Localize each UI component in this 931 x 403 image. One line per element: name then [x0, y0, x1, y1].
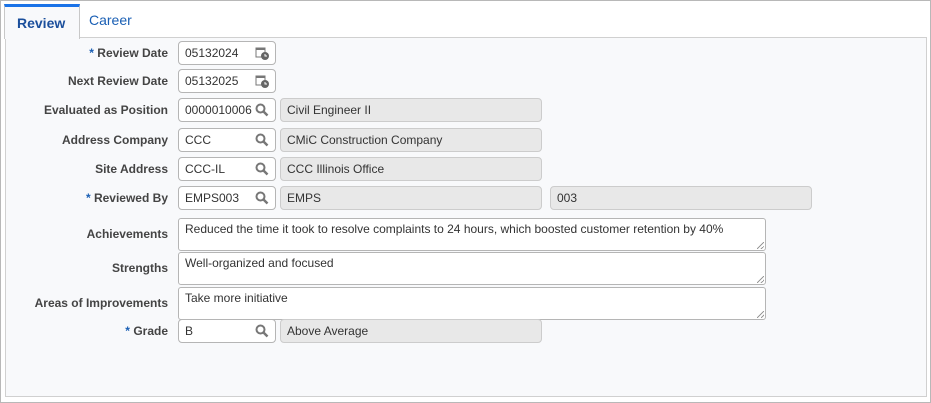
label-text: Grade [133, 324, 168, 338]
next-review-date-label: Next Review Date [67, 74, 168, 88]
achievements-textarea[interactable]: Reduced the time it took to resolve comp… [178, 218, 766, 251]
improvements-row: Areas of Improvements Take more initiati… [6, 287, 926, 320]
site-address-row: Site Address CCC-IL CCC Illinois Office [6, 157, 926, 181]
address-company-description: CMiC Construction Company [280, 128, 542, 152]
next-review-date-input[interactable]: 05132025 [178, 69, 276, 93]
label-text: Reviewed By [93, 191, 168, 205]
value: EMPS003 [185, 191, 240, 205]
grade-description: Above Average [280, 319, 542, 343]
required-marker: * [85, 191, 94, 205]
review-panel: * Review Date 05132024 Next Review Date … [5, 37, 927, 397]
value: Well-organized and focused [185, 256, 334, 270]
improvements-label: Areas of Improvements [34, 296, 168, 310]
grade-row: * Grade B Above Average [6, 319, 926, 343]
evaluated-position-description: Civil Engineer II [280, 98, 542, 122]
reviewed-by-row: * Reviewed By EMPS003 EMPS 003 [6, 186, 926, 210]
value: Reduced the time it took to resolve comp… [185, 222, 724, 236]
reviewed-by-code: 003 [550, 186, 812, 210]
grade-input[interactable]: B [178, 319, 276, 343]
evaluated-position-row: Evaluated as Position 0000010006 Civil E… [6, 98, 926, 122]
tab-career[interactable]: Career [77, 4, 144, 37]
resize-handle[interactable] [757, 311, 764, 318]
review-date-row: * Review Date 05132024 [6, 41, 926, 65]
value: 0000010006 [185, 103, 252, 117]
value: Take more initiative [185, 291, 288, 305]
grade-label: * Grade [0, 319, 168, 343]
achievements-row: Achievements Reduced the time it took to… [6, 218, 926, 251]
calendar-icon[interactable] [255, 46, 269, 60]
search-icon[interactable] [255, 103, 269, 117]
value: B [185, 324, 194, 338]
evaluated-position-input[interactable]: 0000010006 [178, 98, 276, 122]
reviewed-by-description: EMPS [280, 186, 542, 210]
value: 05132025 [185, 74, 239, 88]
improvements-textarea[interactable]: Take more initiative [178, 287, 766, 320]
strengths-label: Strengths [111, 261, 168, 275]
site-address-description: CCC Illinois Office [280, 157, 542, 181]
site-address-label: Site Address [95, 162, 168, 176]
review-date-label: * Review Date [0, 41, 168, 65]
value: CCC-IL [185, 162, 226, 176]
resize-handle[interactable] [757, 242, 764, 249]
tab-review[interactable]: Review [4, 4, 80, 39]
label-text: Review Date [97, 46, 168, 60]
search-icon[interactable] [255, 191, 269, 205]
next-review-date-row: Next Review Date 05132025 [6, 69, 926, 93]
calendar-icon[interactable] [255, 74, 269, 88]
reviewed-by-label: * Reviewed By [0, 186, 168, 210]
search-icon[interactable] [255, 324, 269, 338]
strengths-row: Strengths Well-organized and focused [6, 252, 926, 285]
address-company-input[interactable]: CCC [178, 128, 276, 152]
achievements-label: Achievements [86, 227, 168, 241]
evaluated-position-label: Evaluated as Position [43, 103, 168, 117]
value: 05132024 [185, 46, 239, 60]
address-company-label: Address Company [61, 133, 168, 147]
site-address-input[interactable]: CCC-IL [178, 157, 276, 181]
search-icon[interactable] [255, 162, 269, 176]
address-company-row: Address Company CCC CMiC Construction Co… [6, 128, 926, 152]
window: Review Career * Review Date 05132024 Nex… [0, 0, 931, 403]
review-date-input[interactable]: 05132024 [178, 41, 276, 65]
strengths-textarea[interactable]: Well-organized and focused [178, 252, 766, 285]
value: CCC [185, 133, 211, 147]
reviewed-by-input[interactable]: EMPS003 [178, 186, 276, 210]
resize-handle[interactable] [757, 276, 764, 283]
search-icon[interactable] [255, 133, 269, 147]
